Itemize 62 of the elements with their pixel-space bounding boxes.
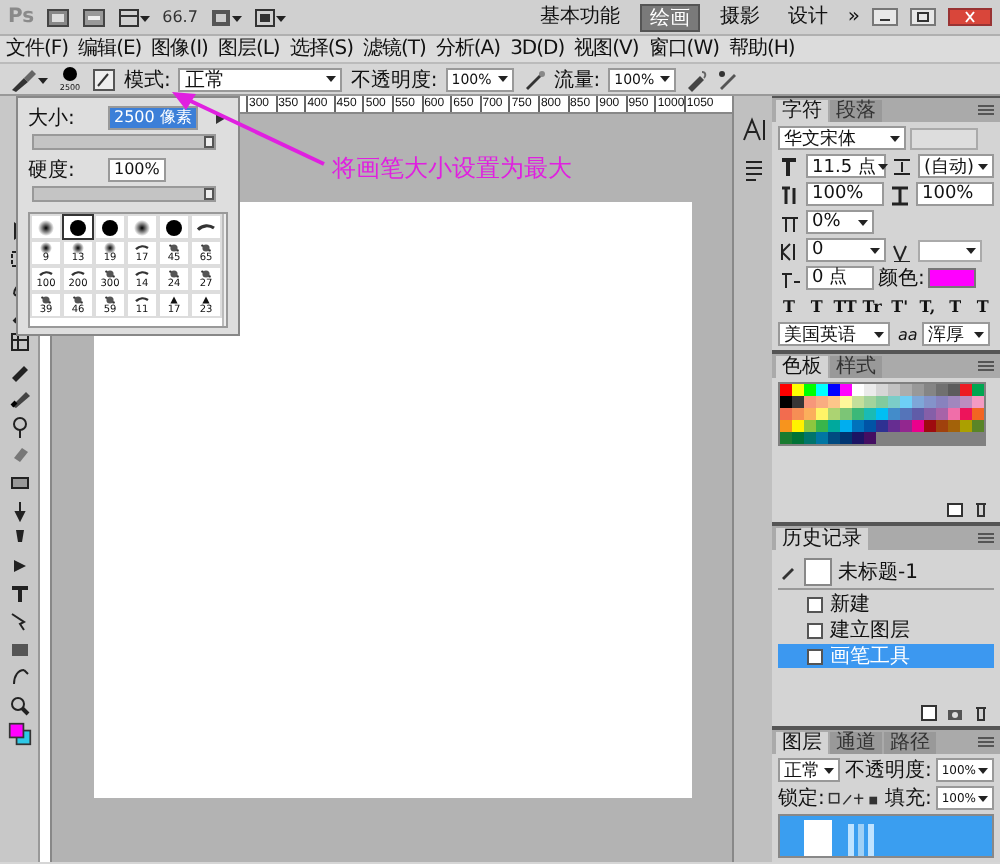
text-style-button[interactable]: T: [805, 296, 828, 316]
app-logo: Ps: [8, 6, 35, 28]
menu-item[interactable]: 分析(A): [433, 37, 503, 61]
text-style-button[interactable]: T: [944, 296, 967, 316]
annotation-text: 将画笔大小设置为最大: [332, 152, 572, 186]
lock-label: 锁定:: [778, 785, 825, 812]
antialias-label: aa: [898, 325, 918, 343]
menu-item[interactable]: 窗口(W): [646, 37, 721, 61]
menu-item[interactable]: 滤镜(T): [360, 37, 428, 61]
text-style-button[interactable]: Tr: [861, 296, 884, 316]
blend-mode-dropdown[interactable]: 正常: [778, 758, 841, 782]
flow-label: 流量:: [553, 67, 601, 93]
opacity-label: 不透明度:: [844, 757, 932, 784]
text-style-button[interactable]: TT: [833, 296, 856, 316]
vertical-scale-field[interactable]: 100%: [806, 182, 884, 206]
menu-item[interactable]: 帮助(H): [727, 37, 797, 61]
mode-label: 模式:: [124, 67, 171, 93]
workspace-tab[interactable]: 绘画: [639, 3, 700, 31]
zoom-level[interactable]: 66.7: [162, 8, 198, 26]
menu-item[interactable]: 3D(D): [508, 37, 567, 61]
font-size-dropdown[interactable]: 11.5 点: [806, 154, 886, 178]
hardness-field[interactable]: 100%: [108, 157, 166, 181]
panel-tab[interactable]: 段落: [830, 100, 882, 122]
tsume-dropdown[interactable]: 0%: [806, 210, 874, 234]
workspace-tab[interactable]: 设计: [779, 3, 836, 31]
menu-item[interactable]: 图像(I): [149, 37, 210, 61]
snapshot-name[interactable]: 未标题-1: [838, 557, 918, 585]
menu-item[interactable]: 视图(V): [572, 37, 641, 61]
panel-tab[interactable]: 字符: [776, 100, 828, 122]
text-style-button[interactable]: T,: [916, 296, 939, 316]
mode-dropdown[interactable]: 正常: [178, 67, 343, 91]
leading-dropdown[interactable]: (自动): [918, 154, 994, 178]
fill-label: 填充:: [884, 785, 932, 812]
hardness-label: 硬度:: [28, 157, 77, 183]
size-label: 大小:: [28, 105, 77, 131]
size-field[interactable]: 2500 像素: [108, 105, 198, 129]
baseline-shift-field[interactable]: 0 点: [806, 266, 874, 290]
font-family-dropdown[interactable]: 华文宋体: [778, 126, 906, 150]
text-style-button[interactable]: T: [971, 296, 994, 316]
panel-tab[interactable]: 通道: [830, 732, 882, 754]
history-step[interactable]: 建立图层: [778, 618, 994, 642]
menu-item[interactable]: 选择(S): [287, 37, 355, 61]
kerning-dropdown[interactable]: 0: [806, 238, 886, 262]
menu-item[interactable]: 编辑(E): [76, 37, 144, 61]
panel-tab[interactable]: 历史记录: [776, 528, 868, 550]
text-style-button[interactable]: T': [888, 296, 911, 316]
language-dropdown[interactable]: 美国英语: [778, 322, 890, 346]
menu-item[interactable]: 图层(L): [215, 37, 282, 61]
panel-tab[interactable]: 路径: [884, 732, 936, 754]
antialias-dropdown[interactable]: 浑厚: [921, 322, 990, 346]
panel-tab[interactable]: 样式: [830, 356, 882, 378]
color-label: 颜色:: [878, 265, 925, 292]
history-step[interactable]: 新建: [778, 592, 994, 616]
horizontal-scale-field[interactable]: 100%: [916, 182, 994, 206]
workspace-tab[interactable]: 摄影: [711, 3, 768, 31]
menu-item[interactable]: 文件(F): [4, 37, 71, 61]
workspace-tab[interactable]: 基本功能: [531, 3, 628, 31]
panel-tab[interactable]: 图层: [776, 732, 828, 754]
more-workspaces-button[interactable]: »: [847, 6, 860, 28]
text-style-button[interactable]: T: [778, 296, 800, 316]
panel-tab[interactable]: 色板: [776, 356, 828, 378]
opacity-label: 不透明度:: [350, 67, 438, 93]
